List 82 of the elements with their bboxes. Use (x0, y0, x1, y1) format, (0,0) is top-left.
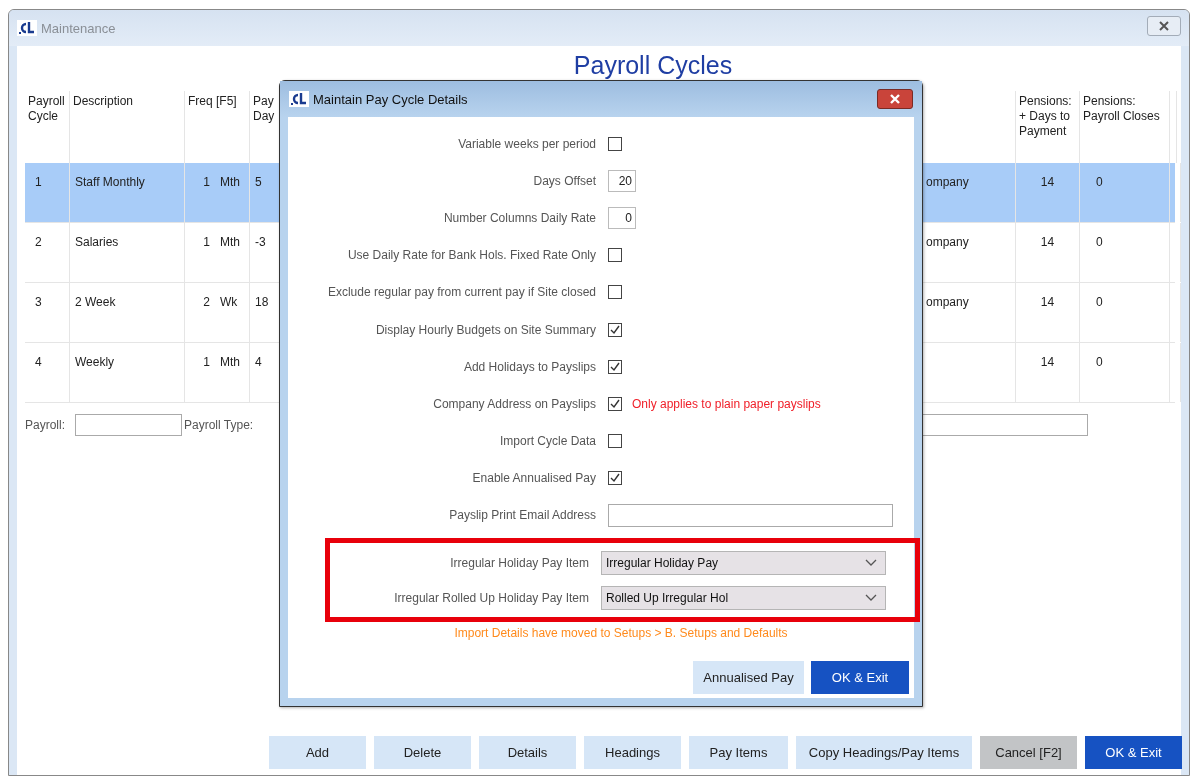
field-label: Add Holidays to Payslips (462, 359, 596, 374)
table-cell: Weekly (75, 355, 115, 369)
app-logo-icon (289, 91, 309, 107)
field-label: Variable weeks per period (457, 136, 596, 151)
table-cell: 3 (25, 283, 70, 342)
page-heading: Payroll Cycles (573, 50, 733, 80)
field-label: Company Address on Payslips (432, 396, 596, 411)
table-cell: 0 (1096, 175, 1103, 189)
dialog-button[interactable]: Annualised Pay (693, 661, 804, 695)
action-button[interactable]: OK & Exit (1085, 736, 1182, 769)
table-cell: 14 (1040, 355, 1055, 369)
action-button[interactable]: Cancel [F2] (980, 736, 1077, 769)
checkbox[interactable] (608, 322, 622, 337)
table-cell-text: 1 (202, 235, 210, 251)
table-cell: 0 (1096, 355, 1103, 369)
table-cell: 2 Week (75, 295, 116, 309)
checkbox[interactable] (608, 248, 622, 263)
table-cell-text: Mth (220, 175, 240, 191)
table-cell-text: 1 (202, 175, 210, 191)
table-cell: ompany (926, 295, 969, 309)
chevron-down-icon (865, 558, 877, 567)
table-cell-text: Mth (220, 355, 240, 371)
table-cell: 14 (1040, 235, 1055, 249)
window-title: Maintenance (41, 20, 116, 36)
field-label: Payroll Type: (184, 418, 254, 432)
table-cell: ompany (926, 235, 969, 249)
table-cell: 0 (1096, 235, 1103, 249)
number-field[interactable]: 20 (608, 169, 636, 192)
field-label: Payroll: (25, 418, 65, 432)
table-cell-text: Wk (220, 295, 238, 311)
table-cell: Staff Monthly (75, 175, 145, 189)
table-cell-text: 1 (202, 355, 210, 371)
action-button[interactable]: Headings (584, 736, 681, 769)
warning-note: Only applies to plain paper payslips (632, 396, 821, 411)
table-cell: 4 (255, 355, 262, 369)
field-label: Exclude regular pay from current pay if Site closed (326, 285, 596, 300)
action-button[interactable]: Pay Items (689, 736, 788, 769)
table-cell-text: 2 (202, 295, 210, 311)
dropdown[interactable]: Irregular Holiday Pay (601, 550, 886, 575)
payroll-field[interactable] (75, 414, 182, 436)
table-cell: 5 (255, 175, 262, 189)
field-label: Number Columns Daily Rate (442, 210, 596, 225)
field-label: Display Hourly Budgets on Site Summary (374, 322, 596, 337)
notice-text: Import Details have moved to Setups > B. Setups and Defaults (453, 626, 789, 641)
dropdown[interactable]: Rolled Up Irregular Hol (601, 585, 886, 610)
field-label: Import Cycle Data (498, 434, 596, 449)
table-cell: -3 (255, 235, 266, 249)
action-button[interactable]: Add (269, 736, 366, 769)
field-label: Days Offset (532, 173, 596, 188)
checkbox[interactable] (608, 136, 622, 151)
table-cell: 14 (1040, 175, 1055, 189)
table-cell: 4 (25, 343, 70, 402)
field-label: Use Daily Rate for Bank Hols. Fixed Rate Only (346, 248, 596, 263)
action-button[interactable]: Delete (374, 736, 471, 769)
action-button[interactable]: Copy Headings/Pay Items (796, 736, 972, 769)
close-button[interactable] (1147, 16, 1181, 36)
field-label: Irregular Holiday Pay Item (449, 555, 589, 570)
table-cell: 2 (25, 223, 70, 282)
table-cell: ompany (926, 175, 969, 189)
close-icon (889, 94, 901, 104)
checkbox[interactable] (608, 396, 622, 411)
field-label: Enable Annualised Pay (471, 471, 596, 486)
checkbox[interactable] (608, 285, 622, 300)
field-label: Payslip Print Email Address (448, 508, 596, 523)
field-label: Irregular Rolled Up Holiday Pay Item (393, 590, 589, 605)
table-cell: 18 (255, 295, 269, 309)
checkbox[interactable] (608, 471, 622, 486)
table-cell: Salaries (75, 235, 119, 249)
table-cell: 14 (1040, 295, 1055, 309)
table-cell-text: Mth (220, 235, 240, 251)
dialog-button[interactable]: OK & Exit (811, 661, 909, 695)
chevron-down-icon (865, 593, 877, 602)
number-field[interactable]: 0 (608, 206, 636, 229)
action-button[interactable]: Details (479, 736, 576, 769)
table-cell: 0 (1096, 295, 1103, 309)
checkbox[interactable] (608, 359, 622, 374)
app-logo-icon (17, 20, 37, 36)
checkbox[interactable] (608, 434, 622, 449)
dialog-title: Maintain Pay Cycle Details (313, 91, 468, 107)
email-field[interactable] (608, 503, 893, 527)
close-button[interactable] (877, 89, 913, 109)
close-icon (1158, 21, 1170, 31)
